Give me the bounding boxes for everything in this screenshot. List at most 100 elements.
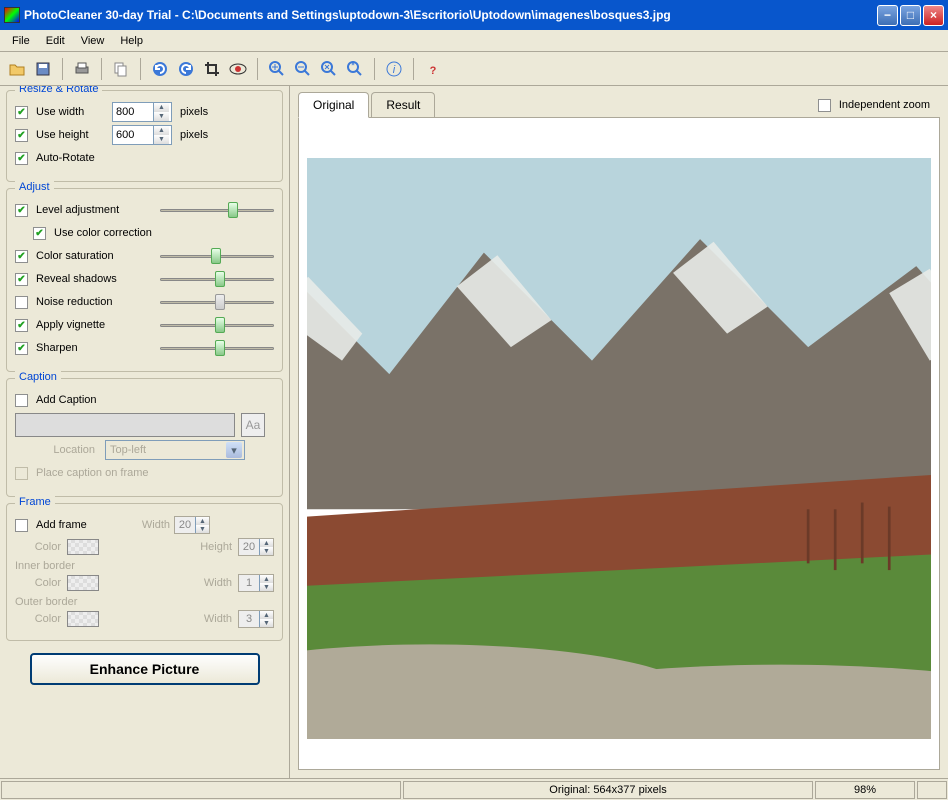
group-title: Caption bbox=[15, 371, 61, 383]
zoom-fit-icon[interactable] bbox=[318, 58, 340, 80]
level-slider[interactable] bbox=[160, 200, 274, 220]
noise-slider[interactable] bbox=[160, 292, 274, 312]
inner-width-spinner[interactable]: ▲▼ bbox=[238, 574, 274, 592]
use-width-label: Use width bbox=[36, 106, 108, 118]
sidebar: Resize & Rotate Use width ▲▼ pixels Use … bbox=[0, 86, 290, 778]
inner-color-swatch[interactable] bbox=[67, 575, 99, 591]
statusbar: Original: 564x377 pixels 98% bbox=[0, 778, 948, 800]
noise-label: Noise reduction bbox=[36, 296, 146, 308]
caption-input[interactable] bbox=[15, 413, 235, 437]
info-icon[interactable]: i bbox=[383, 58, 405, 80]
menu-edit[interactable]: Edit bbox=[38, 33, 73, 49]
enhance-button[interactable]: Enhance Picture bbox=[30, 653, 260, 685]
svg-text:i: i bbox=[393, 64, 396, 76]
menu-help[interactable]: Help bbox=[112, 33, 151, 49]
open-icon[interactable] bbox=[6, 58, 28, 80]
status-zoom: 98% bbox=[815, 781, 915, 799]
print-icon[interactable] bbox=[71, 58, 93, 80]
frame-color-swatch[interactable] bbox=[67, 539, 99, 555]
tab-original[interactable]: Original bbox=[298, 92, 369, 118]
app-icon bbox=[4, 7, 20, 23]
noise-checkbox[interactable] bbox=[15, 296, 28, 309]
content: Original Result Independent zoom bbox=[290, 86, 948, 778]
location-select[interactable]: Top-left bbox=[105, 440, 245, 460]
auto-rotate-label: Auto-Rotate bbox=[36, 152, 95, 164]
independent-zoom-checkbox[interactable] bbox=[818, 99, 831, 112]
close-button[interactable]: × bbox=[923, 5, 944, 26]
status-grip bbox=[917, 781, 947, 799]
zoom-in-icon[interactable] bbox=[266, 58, 288, 80]
copy-icon[interactable] bbox=[110, 58, 132, 80]
outer-color-swatch[interactable] bbox=[67, 611, 99, 627]
vignette-slider[interactable] bbox=[160, 315, 274, 335]
help-icon[interactable]: ? bbox=[422, 58, 444, 80]
menu-file[interactable]: File bbox=[4, 33, 38, 49]
height-spinner[interactable]: ▲▼ bbox=[112, 125, 172, 145]
menu-view[interactable]: View bbox=[73, 33, 113, 49]
minimize-button[interactable]: − bbox=[877, 5, 898, 26]
add-caption-label: Add Caption bbox=[36, 394, 97, 406]
zoom-out-icon[interactable] bbox=[292, 58, 314, 80]
rotate-right-icon[interactable] bbox=[175, 58, 197, 80]
color-correction-checkbox[interactable] bbox=[33, 227, 46, 240]
use-height-label: Use height bbox=[36, 129, 108, 141]
group-frame: Frame Add frame Width ▲▼ Color Height ▲▼… bbox=[6, 503, 283, 641]
sharpen-checkbox[interactable] bbox=[15, 342, 28, 355]
group-adjust: Adjust Level adjustment Use color correc… bbox=[6, 188, 283, 372]
pixels-label: pixels bbox=[180, 106, 208, 118]
saturation-checkbox[interactable] bbox=[15, 250, 28, 263]
frame-width-label: Width bbox=[130, 519, 170, 531]
frame-height-spinner[interactable]: ▲▼ bbox=[238, 538, 274, 556]
group-caption: Caption Add Caption Aa Location Top-left… bbox=[6, 378, 283, 497]
saturation-label: Color saturation bbox=[36, 250, 146, 262]
crop-icon[interactable] bbox=[201, 58, 223, 80]
add-frame-label: Add frame bbox=[36, 519, 126, 531]
sharpen-slider[interactable] bbox=[160, 338, 274, 358]
use-width-checkbox[interactable] bbox=[15, 106, 28, 119]
redeye-icon[interactable] bbox=[227, 58, 249, 80]
toolbar: * i ? bbox=[0, 52, 948, 86]
saturation-slider[interactable] bbox=[160, 246, 274, 266]
preview-area[interactable] bbox=[298, 117, 940, 770]
group-resize: Resize & Rotate Use width ▲▼ pixels Use … bbox=[6, 90, 283, 182]
vignette-checkbox[interactable] bbox=[15, 319, 28, 332]
svg-text:?: ? bbox=[430, 65, 437, 77]
shadows-slider[interactable] bbox=[160, 269, 274, 289]
level-checkbox[interactable] bbox=[15, 204, 28, 217]
inner-width-label: Width bbox=[192, 577, 232, 589]
image-preview bbox=[307, 158, 931, 739]
frame-width-spinner[interactable]: ▲▼ bbox=[174, 516, 210, 534]
outer-width-spinner[interactable]: ▲▼ bbox=[238, 610, 274, 628]
add-caption-checkbox[interactable] bbox=[15, 394, 28, 407]
shadows-checkbox[interactable] bbox=[15, 273, 28, 286]
location-label: Location bbox=[15, 444, 95, 456]
outer-border-label: Outer border bbox=[15, 596, 274, 608]
window-title: PhotoCleaner 30-day Trial - C:\Documents… bbox=[24, 8, 877, 22]
frame-color-label: Color bbox=[25, 541, 61, 553]
menubar: File Edit View Help bbox=[0, 30, 948, 52]
shadows-label: Reveal shadows bbox=[36, 273, 146, 285]
place-on-frame-checkbox bbox=[15, 467, 28, 480]
sharpen-label: Sharpen bbox=[36, 342, 146, 354]
add-frame-checkbox[interactable] bbox=[15, 519, 28, 532]
svg-text:*: * bbox=[351, 61, 356, 72]
group-title: Adjust bbox=[15, 181, 54, 193]
color-correction-label: Use color correction bbox=[54, 227, 152, 239]
outer-color-label: Color bbox=[25, 613, 61, 625]
group-title: Resize & Rotate bbox=[15, 86, 102, 95]
maximize-button[interactable]: □ bbox=[900, 5, 921, 26]
auto-rotate-checkbox[interactable] bbox=[15, 152, 28, 165]
zoom-100-icon[interactable]: * bbox=[344, 58, 366, 80]
inner-border-label: Inner border bbox=[15, 560, 274, 572]
group-title: Frame bbox=[15, 496, 55, 508]
save-icon[interactable] bbox=[32, 58, 54, 80]
width-spinner[interactable]: ▲▼ bbox=[112, 102, 172, 122]
rotate-left-icon[interactable] bbox=[149, 58, 171, 80]
inner-color-label: Color bbox=[25, 577, 61, 589]
font-button[interactable]: Aa bbox=[241, 413, 265, 437]
status-image-info: Original: 564x377 pixels bbox=[403, 781, 813, 799]
use-height-checkbox[interactable] bbox=[15, 129, 28, 142]
titlebar: PhotoCleaner 30-day Trial - C:\Documents… bbox=[0, 0, 948, 30]
level-label: Level adjustment bbox=[36, 204, 146, 216]
tab-result[interactable]: Result bbox=[371, 92, 435, 118]
